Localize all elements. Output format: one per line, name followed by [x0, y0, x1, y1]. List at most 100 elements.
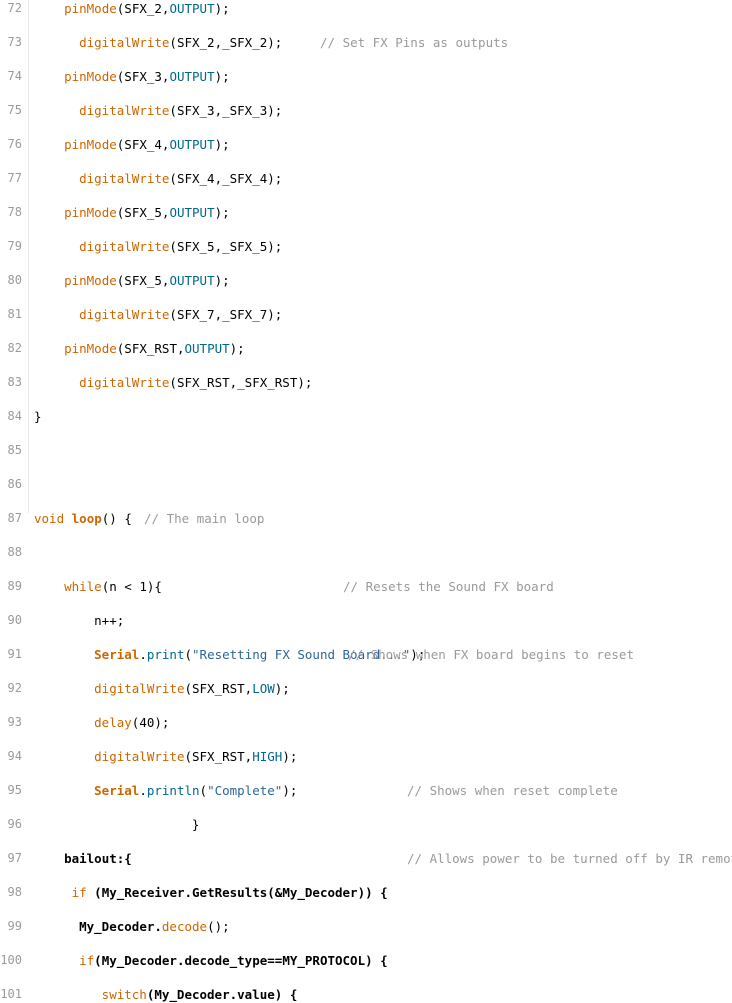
code-line-text: if(My_Decoder.decode_type==MY_PROTOCOL) … [79, 952, 388, 969]
code-line[interactable]: 76 pinMode(SFX_4,OUTPUT); [0, 136, 732, 153]
code-token-pln: () { [101, 511, 132, 526]
code-line[interactable]: 86 [0, 476, 732, 493]
code-line[interactable]: 73 digitalWrite(SFX_2,_SFX_2); // Set FX P… [0, 34, 732, 51]
line-number: 94 [7, 749, 22, 763]
code-token-pln: (SFX_RST, [184, 749, 253, 764]
code-line[interactable]: 90 n++; [0, 612, 732, 629]
code-token-pln: (); [207, 919, 230, 934]
code-line[interactable]: 81 digitalWrite(SFX_7,_SFX_7); [0, 306, 732, 323]
code-line[interactable]: 85 [0, 442, 732, 459]
code-line[interactable]: 77 digitalWrite(SFX_4,_SFX_4); [0, 170, 732, 187]
line-number: 101 [0, 987, 22, 1001]
code-token-kw: digitalWrite [79, 103, 170, 118]
code-token-kw: decode [161, 919, 208, 934]
code-token-con: OUTPUT [169, 137, 215, 152]
code-line[interactable]: 79 digitalWrite(SFX_5,_SFX_5); [0, 238, 732, 255]
line-number: 80 [7, 273, 22, 287]
code-line-text: pinMode(SFX_3,OUTPUT); [64, 68, 230, 85]
code-line-text: while(n < 1){ [64, 578, 162, 595]
line-number: 92 [7, 681, 22, 695]
code-line[interactable]: 91 Serial.print("Resetting FX Sound Board… [0, 646, 732, 663]
inline-comment: // Allows power to be turned off by IR r… [407, 851, 732, 866]
code-line-text: } [192, 816, 200, 833]
inline-comment: // Set FX Pins as outputs [320, 35, 509, 50]
code-line[interactable]: 74 pinMode(SFX_3,OUTPUT); [0, 68, 732, 85]
code-token-pln: (SFX_RST, [184, 681, 253, 696]
code-editor-pane[interactable]: 72 pinMode(SFX_2,OUTPUT); 73 digitalWrite(S… [0, 0, 732, 1002]
line-number: 82 [7, 341, 22, 355]
code-line[interactable]: 93 delay(40); [0, 714, 732, 731]
code-token-pln: ); [214, 1, 230, 16]
code-token-kw: if [71, 885, 87, 900]
code-line[interactable]: 72 pinMode(SFX_2,OUTPUT); [0, 0, 732, 17]
line-number: 88 [7, 545, 22, 559]
code-line[interactable]: 80 pinMode(SFX_5,OUTPUT); [0, 272, 732, 289]
code-token-plnb: bailout:{ [64, 851, 132, 866]
inline-comment: // Resets the Sound FX board [343, 579, 554, 594]
code-token-kw: digitalWrite [79, 35, 170, 50]
line-number: 78 [7, 205, 22, 219]
code-token-pln: (SFX_RST,_SFX_RST); [169, 375, 313, 390]
code-token-pln: ( [199, 783, 208, 798]
code-token-kw: if [79, 953, 95, 968]
code-line[interactable]: 89 while(n < 1){// Resets the Sound FX bo… [0, 578, 732, 595]
code-token-plnb: My_Decoder. [79, 919, 162, 934]
code-line[interactable]: 84} [0, 408, 732, 425]
code-line[interactable]: 94 digitalWrite(SFX_RST,HIGH); [0, 748, 732, 765]
code-token-plnb: (My_Decoder.decode_type==MY_PROTOCOL) { [94, 953, 388, 968]
code-token-pln: (SFX_5,_SFX_5); [169, 239, 283, 254]
code-line-text: pinMode(SFX_RST,OUTPUT); [64, 340, 245, 357]
line-number: 97 [7, 851, 22, 865]
line-number: 100 [0, 953, 22, 967]
code-token-pln: . [139, 783, 147, 798]
code-line[interactable]: 101 switch(My_Decoder.value) { [0, 986, 732, 1003]
code-token-pln: } [191, 817, 200, 832]
code-line-text: digitalWrite(SFX_RST,LOW); [94, 680, 290, 697]
code-token-kwb: loop [71, 511, 102, 526]
line-number: 77 [7, 171, 22, 185]
code-line[interactable]: 96} [0, 816, 732, 833]
code-token-con: OUTPUT [184, 341, 230, 356]
code-line[interactable]: 75 digitalWrite(SFX_3,_SFX_3); [0, 102, 732, 119]
code-token-kw: pinMode [64, 273, 117, 288]
code-line[interactable]: 78 pinMode(SFX_5,OUTPUT); [0, 204, 732, 221]
code-token-kw: delay [94, 715, 132, 730]
code-line[interactable]: 97 bailout:{ // Allows power to be turned … [0, 850, 732, 867]
code-token-kw: while [64, 579, 102, 594]
code-token-con: OUTPUT [169, 205, 215, 220]
code-line[interactable]: 88 [0, 544, 732, 561]
code-token-kw: digitalWrite [79, 171, 170, 186]
code-token-pln: (SFX_5, [116, 273, 170, 288]
code-line-text: digitalWrite(SFX_4,_SFX_4); [79, 170, 282, 187]
line-number: 99 [7, 919, 22, 933]
code-token-pln: (SFX_RST, [116, 341, 185, 356]
code-token-pln: ); [214, 69, 230, 84]
code-token-kw: digitalWrite [79, 239, 170, 254]
code-line-text: pinMode(SFX_2,OUTPUT); [64, 0, 230, 17]
line-number: 95 [7, 783, 22, 797]
code-line[interactable]: 83 digitalWrite(SFX_RST,_SFX_RST); [0, 374, 732, 391]
line-number: 74 [7, 69, 22, 83]
line-number: 76 [7, 137, 22, 151]
line-number: 81 [7, 307, 22, 321]
code-token-pln: (SFX_4, [116, 137, 170, 152]
code-token-kw: void [34, 511, 72, 526]
line-number: 86 [7, 477, 22, 491]
code-token-pln: (40); [131, 715, 170, 730]
code-token-kw: digitalWrite [79, 375, 170, 390]
code-line[interactable]: 99 My_Decoder.decode(); [0, 918, 732, 935]
code-line[interactable]: 95 Serial.println("Complete"); // Shows wh… [0, 782, 732, 799]
code-line[interactable]: 82 pinMode(SFX_RST,OUTPUT); [0, 340, 732, 357]
code-token-str: "Complete" [207, 783, 283, 798]
code-token-con: LOW [252, 681, 275, 696]
code-line[interactable]: 98 if (My_Receiver.GetResults(&My_Decoder… [0, 884, 732, 901]
code-token-con: print [146, 647, 185, 662]
code-line-text: Serial.println("Complete"); [94, 782, 297, 799]
code-line[interactable]: 100 if(My_Decoder.decode_type==MY_PROTOCO… [0, 952, 732, 969]
line-number: 98 [7, 885, 22, 899]
code-token-kw: pinMode [64, 137, 117, 152]
code-token-kwb: Serial [94, 783, 140, 798]
code-line[interactable]: 92 digitalWrite(SFX_RST,LOW); [0, 680, 732, 697]
line-number: 83 [7, 375, 22, 389]
code-token-pln: (SFX_4,_SFX_4); [169, 171, 283, 186]
